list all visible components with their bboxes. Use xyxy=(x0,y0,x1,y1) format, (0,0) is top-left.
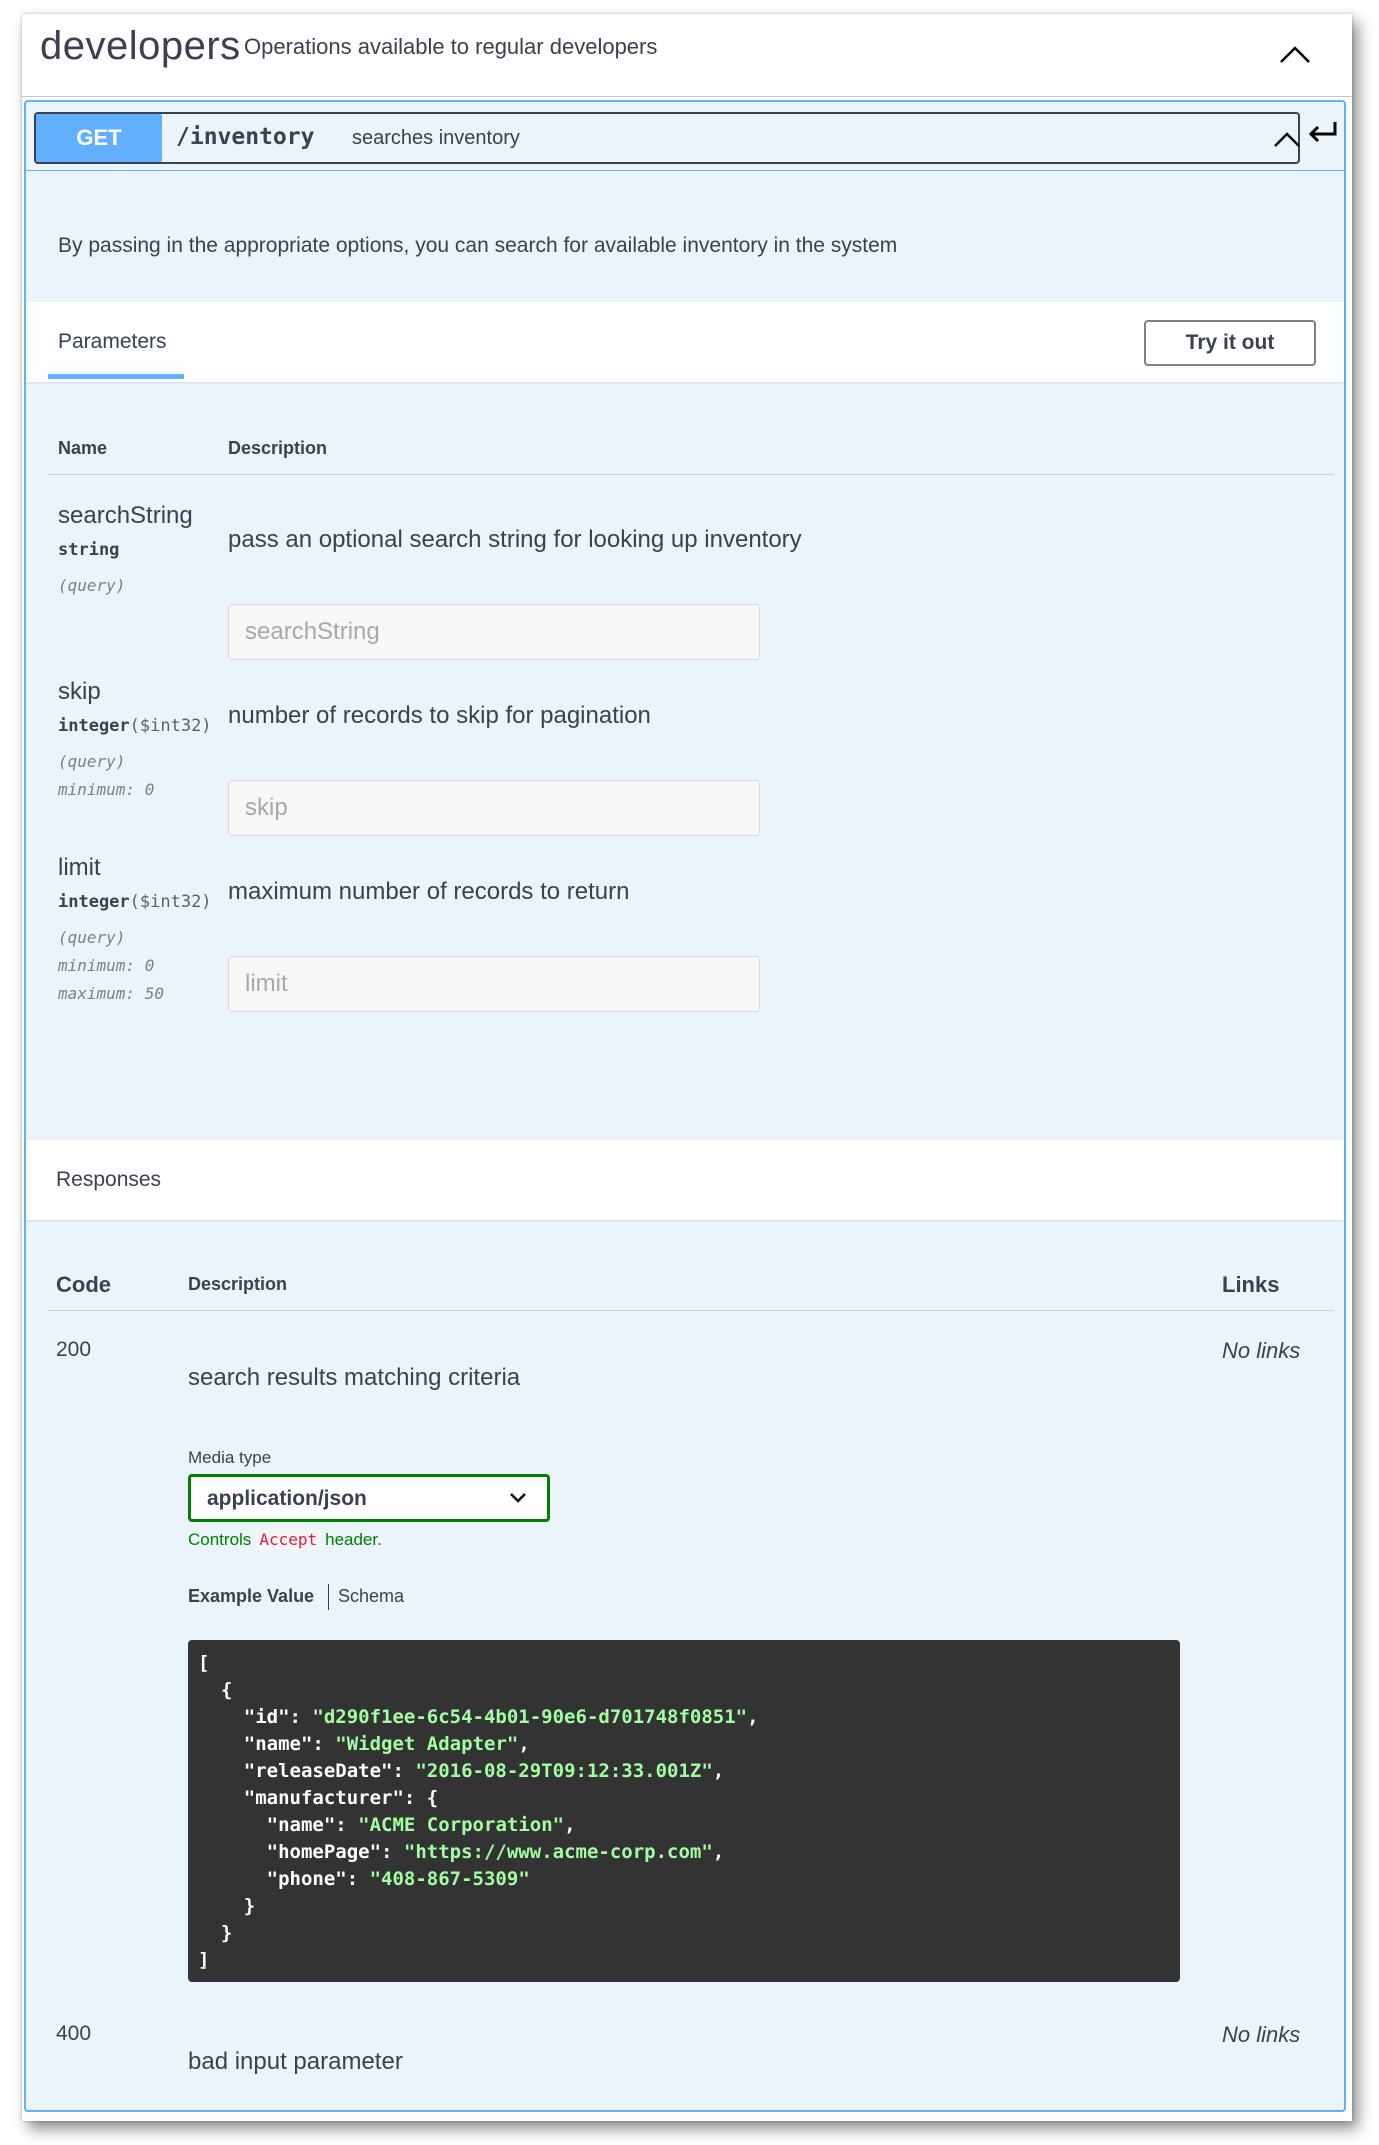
param-name: limit xyxy=(58,854,101,881)
example-id: d290f1ee-6c54-4b01-90e6-d701748f0851 xyxy=(323,1706,736,1728)
param-format: ($int32) xyxy=(129,892,212,912)
tab-separator xyxy=(328,1584,329,1610)
param-type: integer($int32) xyxy=(58,716,212,736)
media-type-select[interactable]: application/json xyxy=(188,1474,550,1522)
code-string: "Widget Adapter" xyxy=(335,1733,519,1755)
media-type-hint: Controls Accept header. xyxy=(188,1529,382,1550)
param-type-name: integer xyxy=(58,716,130,736)
tag-header[interactable]: developers Operations available to regul… xyxy=(22,14,1352,97)
divider xyxy=(26,170,1344,171)
param-description: number of records to skip for pagination xyxy=(228,702,651,729)
try-it-out-button[interactable]: Try it out xyxy=(1144,320,1316,366)
api-doc-frame: developers Operations available to regul… xyxy=(22,14,1352,2121)
col-description-header: Description xyxy=(188,1274,288,1294)
param-name: searchString xyxy=(58,502,193,529)
col-description-header: Description xyxy=(228,438,328,458)
skip-input[interactable] xyxy=(228,780,760,836)
responses-header: Responses xyxy=(26,1140,1344,1220)
controls-prefix: Controls xyxy=(188,1530,252,1549)
limit-input[interactable] xyxy=(228,956,760,1012)
example-phone: 408-867-5309 xyxy=(381,1868,519,1890)
code-string: "408-867-5309" xyxy=(369,1868,530,1890)
param-type-name: integer xyxy=(58,892,130,912)
responses-title: Responses xyxy=(56,1168,162,1191)
tab-active-underline xyxy=(48,374,184,379)
code-string: "https://www.acme-corp.com" xyxy=(403,1841,713,1863)
param-in: (query) xyxy=(58,576,126,595)
param-minimum: minimum: 0 xyxy=(58,956,155,975)
param-description: maximum number of records to return xyxy=(228,878,630,905)
chevron-up-icon[interactable] xyxy=(1275,36,1315,76)
code-string: "d290f1ee-6c54-4b01-90e6-d701748f0851" xyxy=(312,1706,748,1728)
param-type: integer($int32) xyxy=(58,892,212,912)
code-string: "2016-08-29T09:12:33.001Z" xyxy=(415,1760,713,1782)
operation-description: By passing in the appropriate options, y… xyxy=(58,234,898,257)
param-maximum: maximum: 50 xyxy=(58,984,164,1003)
searchstring-input[interactable] xyxy=(228,604,760,660)
operation-summary: searches inventory xyxy=(352,127,520,149)
tag-name: developers xyxy=(40,24,241,68)
table-divider xyxy=(48,1310,1334,1311)
opblock-summary[interactable]: GET /inventory searches inventory xyxy=(34,112,1300,164)
example-homepage: https://www.acme-corp.com xyxy=(415,1841,702,1863)
parameters-header: Parameters Try it out xyxy=(26,302,1344,382)
tab-example-value[interactable]: Example Value xyxy=(188,1586,314,1607)
response-code: 400 xyxy=(56,2022,92,2045)
param-format: ($int32) xyxy=(129,716,212,736)
param-name: skip xyxy=(58,678,101,705)
example-manufacturer-name: ACME Corporation xyxy=(369,1814,553,1836)
example-value-code[interactable]: [ { "id": "d290f1ee-6c54-4b01-90e6-d7017… xyxy=(188,1640,1180,1982)
media-type-label: Media type xyxy=(188,1448,272,1467)
example-release-date: 2016-08-29T09:12:33.001Z xyxy=(426,1760,702,1782)
example-name: Widget Adapter xyxy=(346,1733,507,1755)
param-in: (query) xyxy=(58,928,126,947)
param-type-name: string xyxy=(58,540,120,560)
tab-parameters[interactable]: Parameters xyxy=(58,330,167,354)
response-code: 200 xyxy=(56,1338,92,1361)
chevron-down-icon xyxy=(510,1493,526,1503)
method-badge: GET xyxy=(36,114,162,162)
param-type: string xyxy=(58,540,119,560)
response-links: No links xyxy=(1222,1338,1301,1363)
accept-code: Accept xyxy=(255,1529,322,1550)
param-in: (query) xyxy=(58,752,126,771)
response-links: No links xyxy=(1222,2022,1301,2047)
param-description: pass an optional search string for looki… xyxy=(228,526,802,553)
tag-description: Operations available to regular develope… xyxy=(244,34,658,59)
tab-schema[interactable]: Schema xyxy=(338,1586,404,1607)
enter-icon[interactable] xyxy=(1306,120,1338,144)
response-description: bad input parameter xyxy=(188,2048,403,2075)
code-string: "ACME Corporation" xyxy=(358,1814,565,1836)
col-links-header: Links xyxy=(1222,1272,1280,1297)
table-divider xyxy=(48,474,1334,475)
col-name-header: Name xyxy=(58,438,108,458)
opblock-get-inventory: GET /inventory searches inventory By pas… xyxy=(24,100,1346,2112)
operation-path: /inventory xyxy=(176,124,315,150)
chevron-up-icon[interactable] xyxy=(1272,124,1302,154)
col-code-header: Code xyxy=(56,1272,111,1297)
media-type-value: application/json xyxy=(207,1487,367,1510)
controls-suffix: header. xyxy=(325,1530,382,1549)
response-description: search results matching criteria xyxy=(188,1364,521,1391)
param-minimum: minimum: 0 xyxy=(58,780,155,799)
